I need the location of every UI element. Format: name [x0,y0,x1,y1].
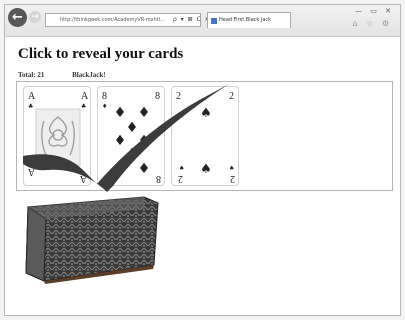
svg-text:♦: ♦ [126,146,139,162]
status-row: Total: 21 BlackJack! [18,71,132,80]
tab-title: Head First Black Jack [219,17,272,23]
playing-card-eight-of-diamonds[interactable]: 8 ♦ 8 ♦ ♦ ♦ ♦ ♦ ♦ ♦ ♦ 8 [97,86,165,186]
result-label: BlackJack! [72,71,106,79]
svg-text:♣: ♣ [28,103,33,110]
svg-text:2: 2 [230,173,235,184]
browser-toolbar: ← → http://thinkgeek.com/AcademyVR-mxhtl… [5,5,400,37]
forward-button[interactable]: → [29,11,41,23]
address-bar-controls[interactable]: ρ ▾ ⊠ C ✕ [173,14,211,26]
svg-text:♦: ♦ [114,105,127,121]
svg-text:♠: ♠ [179,165,184,172]
window-controls[interactable]: — ▭ ✕ [355,7,394,16]
svg-text:♦: ♦ [138,133,151,149]
svg-text:♦: ♦ [138,161,151,177]
back-button[interactable]: ← [8,8,27,27]
favicon-icon [211,18,217,24]
playing-card-two-of-spades[interactable]: 2 2 ♠ ♠ ♠ ♠ 2 2 [171,86,239,186]
svg-text:♣: ♣ [81,103,86,110]
card-face-icon: A ♣ A ♣ A A [27,91,89,184]
card-deck-icon [25,196,159,284]
svg-text:8: 8 [156,173,161,184]
page-title: Click to reveal your cards [18,46,184,62]
toolbar-icons[interactable]: ⌂ ☆ ⚙ [352,19,392,29]
svg-text:A: A [81,91,89,102]
total-label: Total: 21 [18,71,45,79]
playing-card-ace-of-clubs[interactable]: A ♣ A ♣ A A [23,86,91,186]
svg-text:♦: ♦ [138,105,151,121]
tab-head-first-black-jack[interactable]: Head First Black Jack [207,12,291,28]
svg-text:♠: ♠ [229,165,234,172]
svg-text:A: A [28,91,36,102]
browser-window: ← → http://thinkgeek.com/AcademyVR-mxhtl… [4,4,401,316]
svg-text:2: 2 [178,173,183,184]
svg-text:♦: ♦ [126,120,139,136]
svg-text:A: A [27,166,35,177]
svg-text:2: 2 [229,91,234,102]
svg-text:♦: ♦ [114,133,127,149]
svg-text:2: 2 [176,91,181,102]
card-face-icon: 2 2 ♠ ♠ ♠ ♠ 2 2 [176,91,235,184]
card-face-icon: 8 ♦ 8 ♦ ♦ ♦ ♦ ♦ ♦ ♦ ♦ 8 [102,91,161,184]
svg-text:8: 8 [155,91,160,102]
svg-text:♠: ♠ [200,162,212,177]
svg-text:8: 8 [102,91,107,102]
card-area: A ♣ A ♣ A A 8 ♦ 8 ♦ ♦ ♦ ♦ ♦ ♦ ♦ ♦ 8 2 2 … [16,81,393,192]
svg-text:A: A [79,173,87,184]
card-deck[interactable] [22,193,162,285]
svg-text:♦: ♦ [114,161,127,177]
svg-text:♦: ♦ [102,103,107,110]
svg-text:♠: ♠ [200,106,212,121]
